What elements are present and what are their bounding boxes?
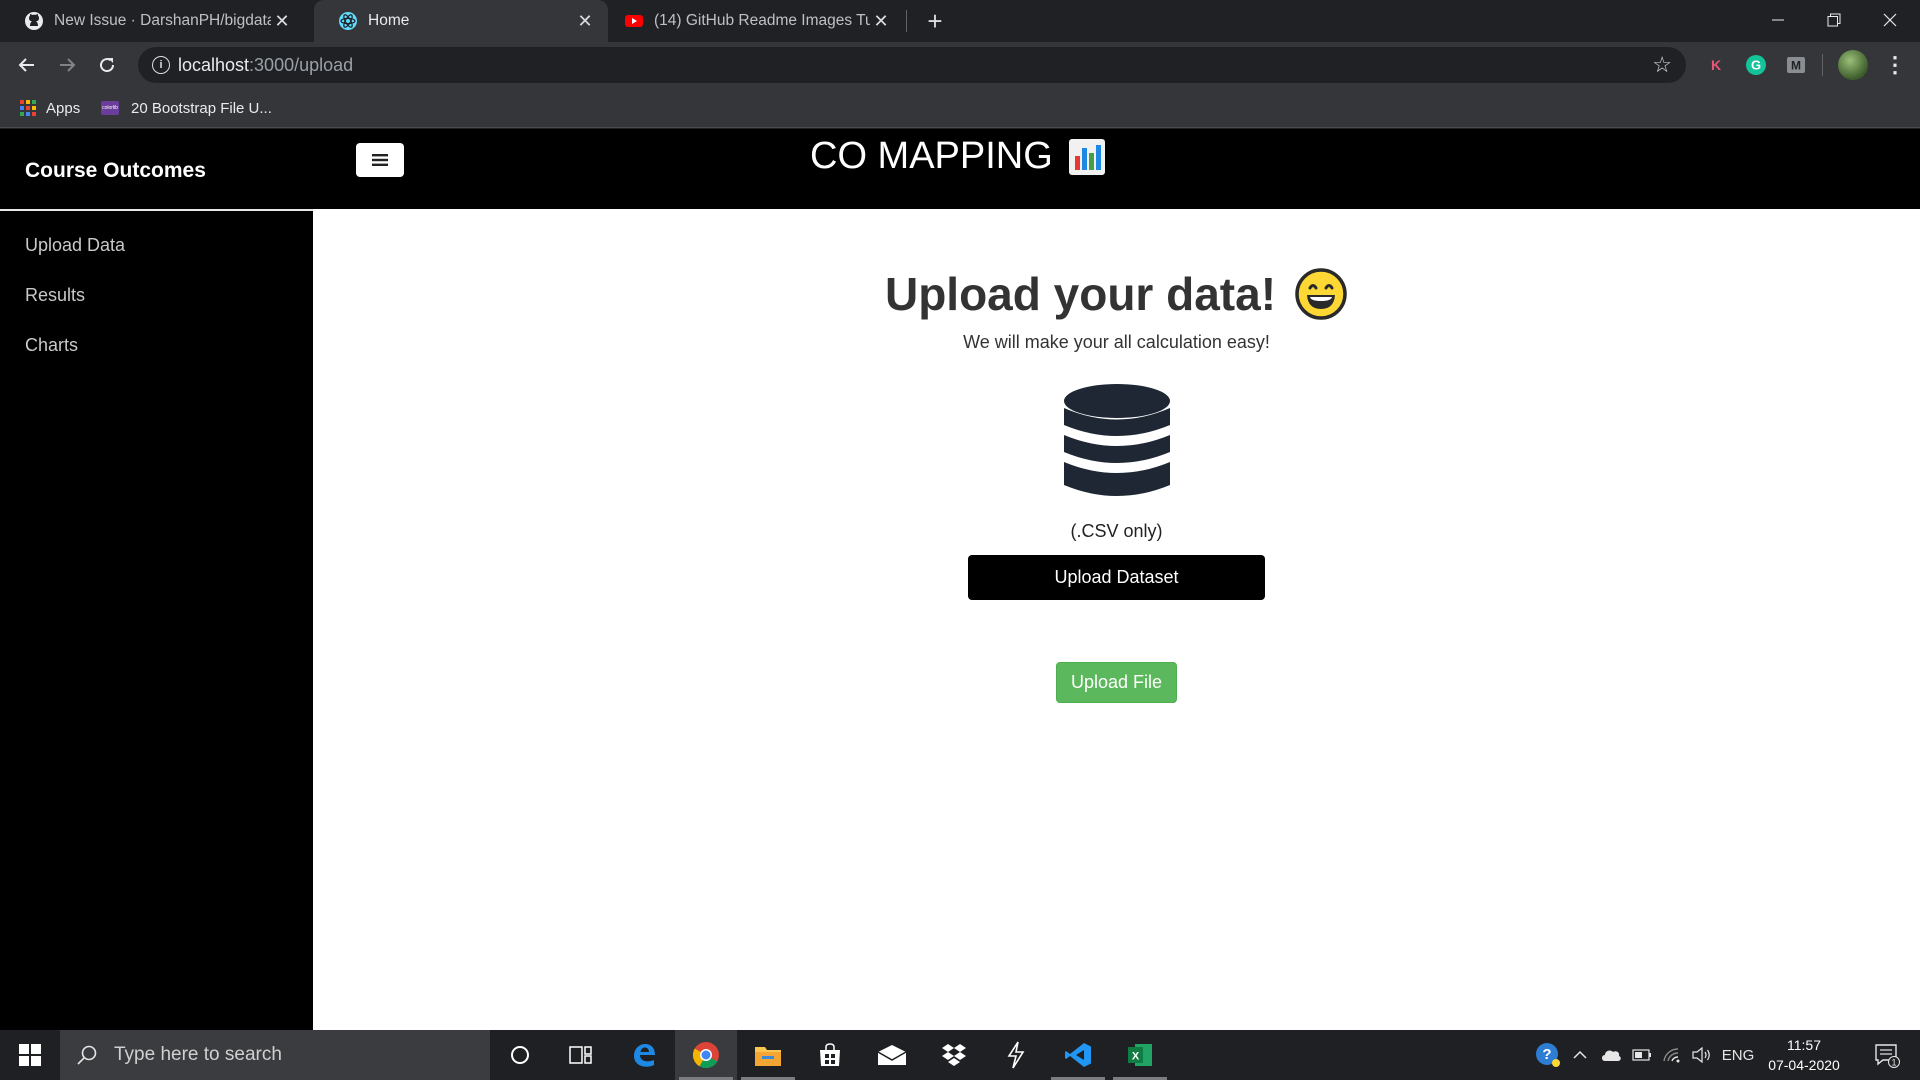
url-text: localhost:3000/upload (178, 55, 354, 75)
bookmark-apps[interactable]: Apps (20, 96, 80, 120)
address-bar[interactable]: i localhost:3000/upload ☆ (138, 47, 1686, 83)
tab-home[interactable]: Home ✕ (314, 0, 608, 42)
site-navbar: Course Outcomes CO MAPPING (0, 129, 1920, 209)
battery-icon[interactable] (1628, 1030, 1656, 1080)
main-content: Upload your data! We will make your all … (313, 211, 1920, 1030)
sublime-lightning-icon[interactable] (985, 1030, 1047, 1080)
sidebar-item-results[interactable]: Results (25, 285, 85, 306)
upload-dataset-button[interactable]: Upload Dataset (968, 555, 1265, 600)
web-page: Course Outcomes CO MAPPING Upload Data R… (0, 129, 1920, 1030)
svg-text:X: X (1132, 1051, 1140, 1063)
grammarly-icon[interactable]: G (1743, 52, 1769, 78)
bookmark-label: 20 Bootstrap File U... (131, 99, 272, 117)
file-explorer-icon[interactable] (737, 1030, 799, 1080)
close-tab-icon[interactable]: ✕ (271, 10, 293, 32)
toolbar-divider (1822, 54, 1823, 76)
site-info-icon[interactable]: i (152, 56, 170, 74)
hamburger-icon (372, 154, 388, 166)
sidebar: Upload Data Results Charts (0, 209, 313, 1030)
bookmark-bootstrap-file[interactable]: colorlib 20 Bootstrap File U... (101, 96, 272, 120)
tab-youtube[interactable]: (14) GitHub Readme Images Tuto ✕ (600, 0, 904, 42)
svg-text:M: M (1791, 59, 1801, 73)
microsoft-store-icon[interactable] (799, 1030, 861, 1080)
tab-new-issue[interactable]: New Issue · DarshanPH/bigdata ✕ (0, 0, 305, 42)
sidebar-item-charts[interactable]: Charts (25, 335, 78, 356)
clock-date: 07-04-2020 (1768, 1057, 1840, 1073)
page-heading: Upload your data! (313, 267, 1920, 321)
windows-logo-icon (19, 1044, 41, 1066)
restore-button[interactable] (1806, 0, 1862, 40)
windows-taskbar: Type here to search X ? ENG 11:57 07-04-… (0, 1030, 1920, 1080)
excel-icon[interactable]: X (1109, 1030, 1171, 1080)
profile-avatar[interactable] (1838, 50, 1868, 80)
help-icon[interactable]: ? (1530, 1030, 1566, 1080)
grinning-face-emoji-icon (1295, 268, 1347, 320)
onedrive-cloud-icon[interactable] (1596, 1030, 1626, 1080)
tab-title: Home (368, 12, 410, 29)
cortana-icon[interactable] (489, 1030, 551, 1080)
github-icon (24, 11, 44, 31)
page-subtitle: We will make your all calculation easy! (963, 332, 1270, 352)
forward-button[interactable] (52, 50, 82, 80)
extension-m-icon[interactable]: M (1783, 52, 1809, 78)
upload-file-button[interactable]: Upload File (1056, 662, 1177, 703)
sidebar-toggle-button[interactable] (356, 143, 404, 177)
wifi-icon[interactable] (1658, 1030, 1686, 1080)
clock-time: 11:57 (1787, 1037, 1821, 1053)
new-tab-button[interactable]: + (920, 6, 950, 36)
apps-grid-icon (20, 100, 36, 116)
language-indicator[interactable]: ENG (1718, 1030, 1758, 1080)
close-tab-icon[interactable]: ✕ (870, 10, 892, 32)
edge-browser-icon[interactable] (613, 1030, 675, 1080)
chrome-menu-icon[interactable]: ⋮ (1882, 52, 1908, 78)
svg-text:?: ? (1542, 1046, 1551, 1063)
database-icon (1064, 384, 1170, 496)
tab-divider (906, 10, 907, 32)
bookmark-label: Apps (46, 99, 81, 117)
mail-icon[interactable] (861, 1030, 923, 1080)
vscode-icon[interactable] (1047, 1030, 1109, 1080)
action-center-icon[interactable]: 1 (1862, 1030, 1912, 1080)
heading-text: Upload your data! (884, 268, 1277, 320)
extension-k-icon[interactable]: K (1703, 52, 1729, 78)
sidebar-item-upload-data[interactable]: Upload Data (25, 235, 125, 256)
back-button[interactable] (12, 50, 42, 80)
sidebar-brand: Course Outcomes (25, 159, 206, 182)
volume-icon[interactable] (1688, 1030, 1716, 1080)
dropbox-icon[interactable] (923, 1030, 985, 1080)
windows-start-button[interactable] (0, 1030, 60, 1080)
tab-title: (14) GitHub Readme Images Tuto (654, 12, 870, 29)
site-title-text: CO MAPPING (810, 135, 1053, 177)
taskbar-search-box[interactable]: Type here to search (60, 1030, 490, 1080)
system-clock[interactable]: 11:57 07-04-2020 (1756, 1035, 1852, 1075)
csv-only-note: (.CSV only) (1070, 521, 1163, 541)
bookmark-star-icon[interactable]: ☆ (1652, 52, 1672, 78)
close-window-button[interactable] (1862, 0, 1918, 40)
search-placeholder: Type here to search (114, 1044, 282, 1065)
svg-text:1: 1 (1891, 1058, 1896, 1068)
chevron-up-icon[interactable] (1568, 1030, 1592, 1080)
bar-chart-emoji-icon (1068, 138, 1105, 175)
colorlib-icon: colorlib (101, 101, 119, 115)
react-icon (338, 11, 358, 31)
task-view-icon[interactable] (550, 1030, 612, 1080)
tab-title: New Issue · DarshanPH/bigdata (54, 12, 271, 29)
minimize-button[interactable] (1750, 0, 1806, 40)
close-tab-icon[interactable]: ✕ (574, 10, 596, 32)
youtube-icon (624, 11, 644, 31)
browser-tab-strip: New Issue · DarshanPH/bigdata ✕ Home ✕ (… (0, 0, 1920, 42)
svg-text:G: G (1751, 58, 1761, 73)
browser-toolbar: i localhost:3000/upload ☆ K G M ⋮ (0, 42, 1920, 88)
chrome-browser-icon[interactable] (675, 1030, 737, 1080)
search-icon (77, 1045, 97, 1065)
bookmarks-bar: Apps colorlib 20 Bootstrap File U... (0, 88, 1920, 128)
site-title: CO MAPPING (810, 135, 1105, 178)
reload-icon[interactable] (92, 50, 122, 80)
